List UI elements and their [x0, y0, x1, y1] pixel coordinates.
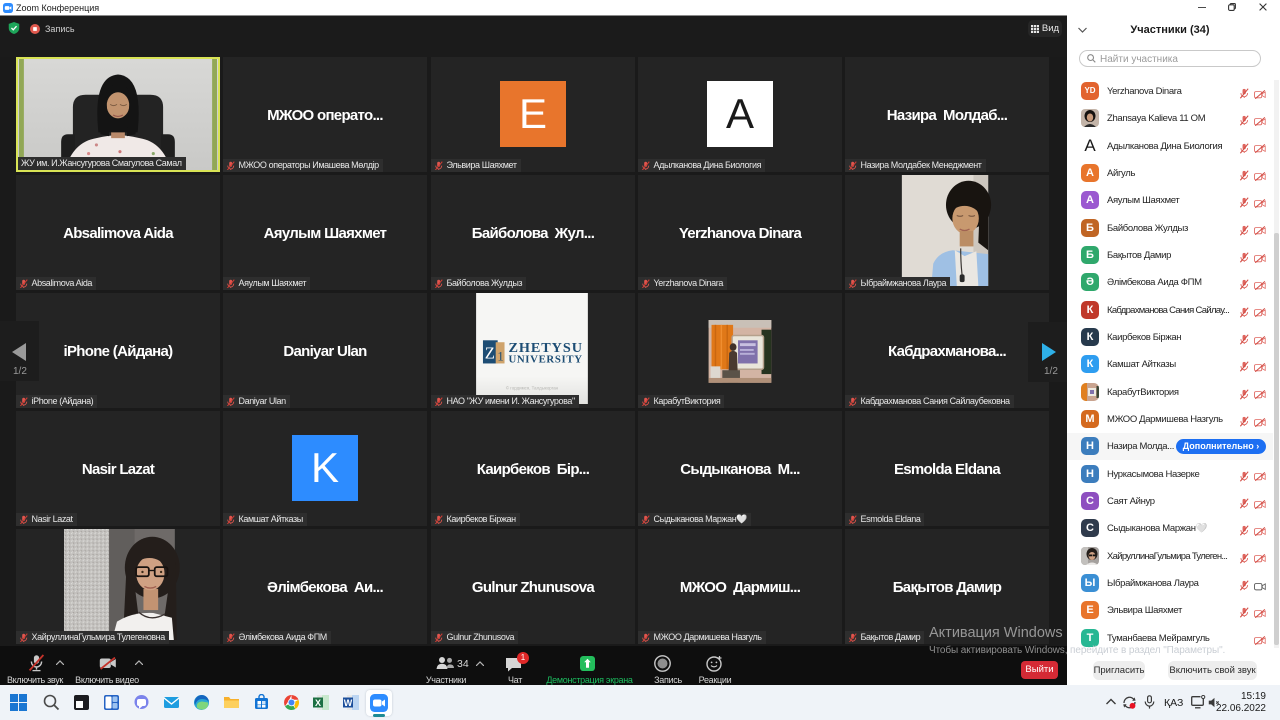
svg-text:UNIVERSITY: UNIVERSITY: [508, 354, 582, 366]
svg-text:W: W: [343, 698, 352, 708]
svg-text:X: X: [314, 698, 320, 708]
svg-text:1: 1: [497, 350, 503, 364]
svg-text:Z: Z: [485, 344, 495, 363]
svg-text:© гордимся, Талдыкорган: © гордимся, Талдыкорган: [506, 386, 559, 391]
